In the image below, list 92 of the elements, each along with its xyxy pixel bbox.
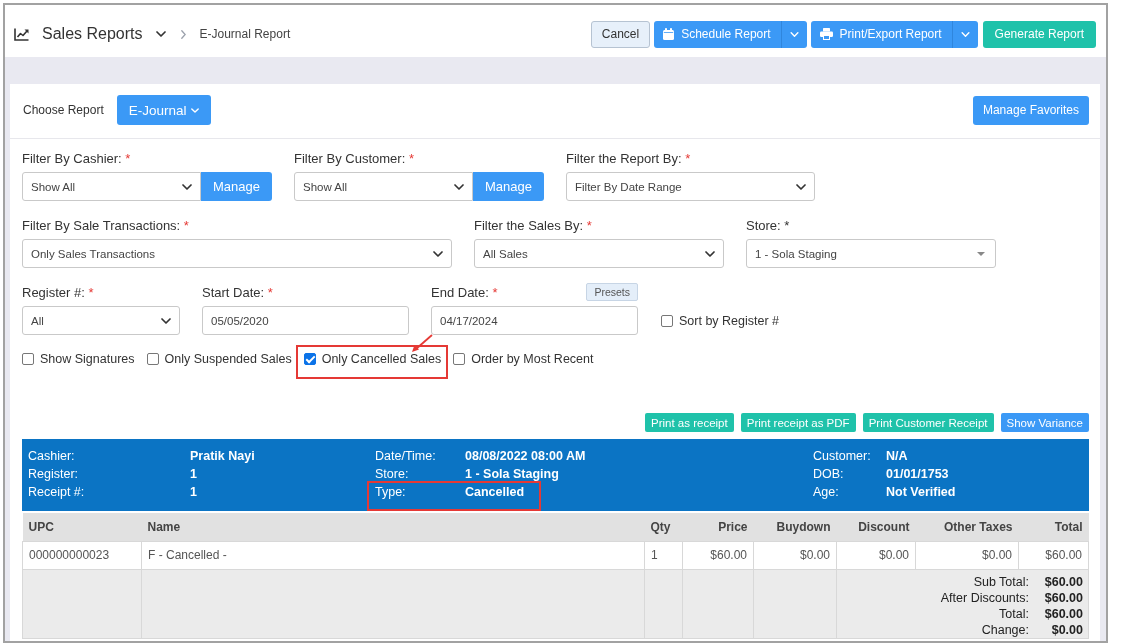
column-header: Name [141,513,645,541]
total-value: $60.00 [1043,589,1083,606]
table-cell: $0.00 [836,541,916,569]
select-field[interactable]: Show All [22,172,201,201]
column-header: Total [1018,513,1089,541]
info-value: 08/08/2022 08:00 AM [465,449,586,463]
breadcrumb[interactable]: E-Journal Report [199,27,291,41]
info-label: Cashier: [28,449,76,463]
checkbox[interactable] [453,353,466,365]
total-value: $60.00 [1043,573,1083,590]
select-field[interactable]: Show All [294,172,473,201]
total-label: Sub Total: [972,573,1029,590]
chevron-down-icon [705,250,715,257]
total-label: Total: [998,605,1029,622]
column-header: Price [682,513,754,541]
field-label: Filter the Report By: * [566,150,691,166]
cancel-button[interactable]: Cancel [590,20,651,48]
chevron-right-icon [180,29,186,39]
chevron-down-icon [433,250,443,257]
date-field[interactable]: 05/05/2020 [202,306,409,335]
table-cell: $0.00 [753,541,837,569]
line-chart-icon [14,27,29,41]
checkbox-label[interactable]: Order by Most Recent [471,352,594,366]
info-value: 01/01/1753 [886,467,949,481]
info-value: 1 [190,467,197,481]
field-label: End Date: * [431,284,498,300]
dropdown-toggle-button[interactable] [951,20,978,48]
presets-button[interactable]: Presets [586,283,638,301]
total-value: $0.00 [1050,621,1083,638]
checkbox-label[interactable]: Only Cancelled Sales [321,352,442,366]
field-label: Filter By Sale Transactions: * [22,217,189,233]
chevron-down-icon [454,183,464,190]
column-header: Other Taxes [915,513,1019,541]
calendar-icon [663,28,675,40]
select-field[interactable]: All Sales [474,239,724,268]
checkbox-label[interactable]: Show Signatures [40,352,135,366]
total-label: Change: [980,621,1029,638]
choose-report-label: Choose Report [23,103,104,117]
dropdown-toggle-button[interactable] [780,20,807,48]
chevron-down-icon [190,107,199,113]
checkbox[interactable] [22,353,34,365]
total-value: $60.00 [1043,605,1083,622]
info-label: Type: [375,485,407,499]
info-label: Receipt #: [28,485,86,499]
column-header: Discount [836,513,916,541]
info-value: N/A [886,449,908,463]
field-label: Filter the Sales By: * [474,217,592,233]
checkbox[interactable] [303,353,316,365]
info-label: Date/Time: [375,449,437,463]
info-value: Pratik Nayi [190,449,255,463]
table-cell: $60.00 [682,541,754,569]
select-field[interactable]: All [22,306,180,335]
checkbox-label[interactable]: Only Suspended Sales [164,352,292,366]
chevron-down-icon [960,31,970,37]
chevron-down-icon[interactable] [155,31,166,37]
select-field[interactable]: Filter By Date Range [566,172,815,201]
checkbox[interactable] [146,353,159,365]
printer-icon [819,28,833,40]
chevron-down-icon [796,183,806,190]
checkbox-label[interactable]: Sort by Register # [679,313,780,328]
total-label: After Discounts: [939,589,1029,606]
info-value: Cancelled [465,485,525,499]
info-label: Customer: [813,449,872,463]
field-label: Register #: * [22,284,94,300]
column-header: Buydown [753,513,837,541]
info-label: DOB: [813,467,845,481]
info-value: 1 - Sola Staging [465,467,559,481]
date-field[interactable]: 04/17/2024 [431,306,638,335]
chevron-down-icon [161,317,171,324]
table-cell: 000000000023 [22,541,142,569]
select-field[interactable]: 1 - Sola Staging [746,239,996,268]
checkbox[interactable] [661,314,673,327]
info-value: Not Verified [886,485,956,499]
field-label: Store: * [746,217,790,233]
table-cell: $60.00 [1018,541,1089,569]
page-title: Sales Reports [42,25,143,43]
chevron-down-icon [789,31,799,37]
column-header: UPC [22,513,142,541]
table-cell: F - Cancelled - [141,541,645,569]
chevron-down-icon [182,183,192,190]
caret-down-icon [977,251,985,256]
info-value: 1 [190,485,197,499]
info-label: Store: [375,467,410,481]
select-field[interactable]: Only Sales Transactions [22,239,452,268]
field-label: Filter By Customer: * [294,150,414,166]
field-label: Start Date: * [202,284,273,300]
table-cell: $0.00 [915,541,1019,569]
info-label: Register: [28,467,80,481]
column-header: Qty [644,513,683,541]
table-cell: 1 [644,541,683,569]
info-label: Age: [813,485,840,499]
field-label: Filter By Cashier: * [22,150,131,166]
